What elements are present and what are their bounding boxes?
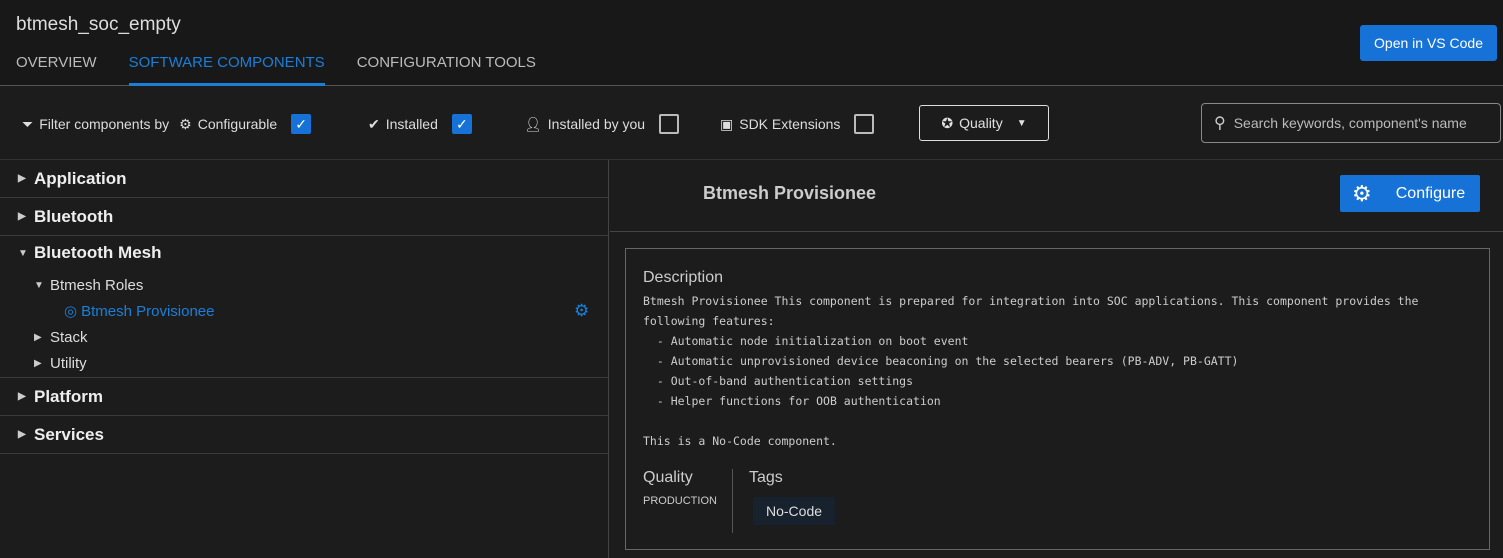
tree-label: Platform [34, 386, 103, 406]
tree-label: Stack [50, 328, 88, 346]
configurable-checkbox[interactable]: ✓ [291, 114, 312, 134]
tree-item-platform[interactable]: ▶ Platform [0, 378, 608, 416]
tree-label: Btmesh Provisionee [81, 302, 215, 320]
caret-right-icon: ▶ [34, 331, 42, 343]
description-card: Description Btmesh Provisionee This comp… [625, 248, 1490, 550]
gear-icon[interactable]: ⚙ [574, 301, 589, 321]
check-circle-icon: ✔ [368, 115, 380, 132]
quality-dropdown[interactable]: ✪ Quality ▼ [919, 105, 1049, 141]
installed-label: Installed [385, 116, 438, 132]
tree-label: Services [34, 424, 104, 444]
quality-section: Quality PRODUCTION [643, 469, 733, 533]
tree-item-bluetooth[interactable]: ▶ Bluetooth [0, 198, 608, 236]
configurable-label: Configurable [197, 116, 278, 132]
tree-item-btmesh-roles[interactable]: ▼ Btmesh Roles [0, 272, 608, 298]
gear-icon: ⚙ [1352, 180, 1372, 206]
component-title: Btmesh Provisionee [703, 183, 877, 203]
tree-label: Utility [50, 354, 87, 372]
configure-button[interactable]: ⚙ Configure [1340, 175, 1480, 212]
tree-group-bluetooth-mesh: ▼ Bluetooth Mesh ▼ Btmesh Roles ◎ Btmesh Pr… [0, 236, 608, 378]
tree-item-btmesh-provisionee[interactable]: ◎ Btmesh Provisionee ⚙ [0, 298, 608, 324]
quality-value: PRODUCTION [643, 495, 717, 507]
search-input[interactable] [1233, 115, 1484, 131]
caret-down-icon: ▼ [18, 247, 28, 259]
component-tree: ▶ Application ▶ Bluetooth ▼ Bluetooth Mesh … [0, 160, 609, 558]
quality-heading: Quality [643, 469, 693, 486]
filter-configurable: ⏷ Filter components by ⚙ Configurable ✓ [22, 114, 312, 134]
tab-bar: OVERVIEW SOFTWARE COMPONENTS CONFIGURATI… [16, 54, 536, 86]
award-icon: ✪ [941, 114, 954, 131]
sdk-extensions-checkbox[interactable] [854, 114, 875, 134]
caret-right-icon: ▶ [18, 429, 26, 440]
tree-item-utility[interactable]: ▶ Utility [0, 350, 608, 376]
meta-section: Quality PRODUCTION Tags No-Code [643, 469, 836, 533]
caret-down-icon: ▼ [1016, 117, 1027, 129]
filter-installed-by-you: 👤︎ Installed by you [524, 114, 680, 134]
sdk-extensions-label: SDK Extensions [739, 116, 841, 132]
check-circle-icon: ◎ [64, 303, 78, 320]
caret-right-icon: ▶ [18, 211, 26, 222]
quality-dropdown-label: Quality [959, 115, 1003, 131]
tree-item-stack[interactable]: ▶ Stack [0, 324, 608, 350]
header: btmesh_soc_empty OVERVIEW SOFTWARE COMPO… [0, 0, 1503, 86]
person-icon: 👤︎ [524, 115, 542, 132]
filter-installed: ✔ Installed ✓ [368, 114, 472, 134]
installed-by-you-checkbox[interactable] [659, 114, 680, 134]
tree-item-application[interactable]: ▶ Application [0, 160, 608, 198]
tree-label: Bluetooth [34, 206, 114, 226]
tags-heading: Tags [749, 469, 783, 486]
tree-item-services[interactable]: ▶ Services [0, 416, 608, 454]
tree-label: Bluetooth Mesh [34, 243, 162, 262]
description-text: Btmesh Provisionee This component is pre… [643, 294, 1419, 448]
tab-configuration-tools[interactable]: CONFIGURATION TOOLS [357, 54, 536, 86]
tag-chip[interactable]: No-Code [753, 497, 836, 525]
filter-sdk-extensions: ▣ SDK Extensions [720, 114, 875, 134]
folder-plus-icon: ▣ [720, 115, 734, 132]
caret-right-icon: ▶ [18, 391, 26, 402]
tree-label: Btmesh Roles [50, 276, 144, 294]
tree-label: Application [34, 168, 127, 188]
project-title: btmesh_soc_empty [16, 14, 181, 35]
caret-down-icon: ▼ [34, 279, 44, 291]
open-in-vscode-button[interactable]: Open in VS Code [1360, 25, 1497, 61]
tree-item-bluetooth-mesh[interactable]: ▼ Bluetooth Mesh [0, 236, 608, 270]
filter-icon: ⏷ [22, 115, 34, 132]
installed-checkbox[interactable]: ✓ [451, 114, 472, 134]
component-detail: Btmesh Provisionee ⚙ Configure Descriptio… [610, 160, 1503, 558]
tab-software-components[interactable]: SOFTWARE COMPONENTS [128, 54, 325, 86]
tab-overview[interactable]: OVERVIEW [16, 54, 97, 86]
filter-bar: ⏷ Filter components by ⚙ Configurable ✓ … [0, 86, 1503, 160]
description-heading: Description [643, 269, 724, 286]
caret-right-icon: ▶ [18, 173, 26, 184]
detail-header: Btmesh Provisionee ⚙ Configure [610, 160, 1503, 232]
search-icon: ⚲ [1214, 115, 1226, 132]
tags-section: Tags No-Code [733, 469, 836, 533]
installed-by-you-label: Installed by you [547, 116, 646, 132]
configure-label: Configure [1395, 184, 1466, 202]
caret-right-icon: ▶ [34, 357, 42, 369]
search-box: ⚲ [1201, 103, 1501, 143]
filter-label: Filter components by [39, 116, 170, 132]
gear-icon: ⚙ [179, 115, 192, 132]
